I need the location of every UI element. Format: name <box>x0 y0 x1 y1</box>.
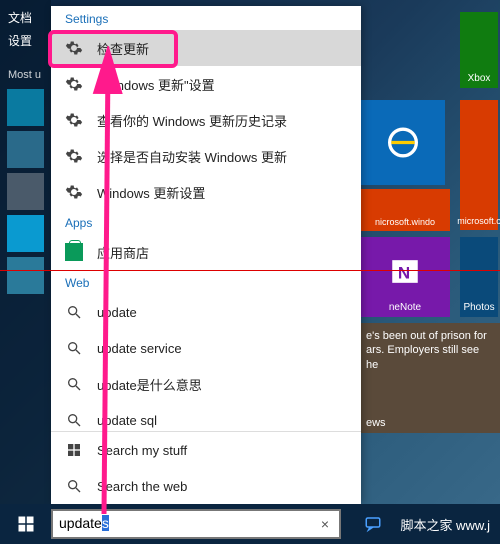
store-icon <box>65 243 83 261</box>
pinned-tile-2[interactable] <box>7 131 44 168</box>
watermark-text: 脚本之家 www.j <box>390 515 500 534</box>
left-label-documents[interactable]: 文档 <box>0 6 51 29</box>
start-left-column: 文档 设置 Most u <box>0 0 51 504</box>
result-label: 检查更新 <box>97 39 149 58</box>
result-label: Windows 更新设置 <box>97 183 205 202</box>
tile-microsoft[interactable]: microsoft.c <box>460 100 498 230</box>
result-web-update-service[interactable]: update service <box>51 330 361 366</box>
tile-xbox[interactable]: Xbox <box>460 12 498 88</box>
tile-mswin-label: nicrosoft.windo <box>375 217 435 227</box>
tile-news-tag: ews <box>366 417 386 429</box>
taskbar: × updates 脚本之家 www.j <box>0 504 500 544</box>
search-input[interactable] <box>59 516 317 532</box>
pinned-tile-1[interactable] <box>7 89 44 126</box>
search-icon <box>65 303 83 321</box>
result-label: 选择是否自动安装 Windows 更新 <box>97 147 287 166</box>
gear-icon <box>65 147 83 165</box>
section-header-web: Web <box>51 270 361 294</box>
left-label-settings[interactable]: 设置 <box>0 29 51 52</box>
feedback-button[interactable] <box>356 504 390 544</box>
result-label: 查看你的 Windows 更新历史记录 <box>97 111 287 130</box>
svg-text:N: N <box>398 264 410 283</box>
search-my-stuff-label: Search my stuff <box>97 443 187 458</box>
start-tiles-area: Xbox nicrosoft.windo microsoft.c N neNot… <box>360 0 500 504</box>
result-check-updates[interactable]: 检查更新 <box>51 30 361 66</box>
gear-icon <box>65 111 83 129</box>
tile-news-headline: e's been out of prison for ars. Employer… <box>366 329 494 372</box>
result-auto-install[interactable]: 选择是否自动安装 Windows 更新 <box>51 138 361 174</box>
result-label: update <box>97 305 137 320</box>
result-windows-update-settings[interactable]: "Windows 更新"设置 <box>51 66 361 102</box>
taskbar-search-box[interactable]: × updates <box>51 509 341 539</box>
search-icon <box>65 339 83 357</box>
tile-photos-label: Photos <box>463 302 494 313</box>
windows-logo-icon <box>17 515 35 533</box>
tile-microsoft-label: microsoft.c <box>457 216 500 226</box>
section-header-settings: Settings <box>51 6 361 30</box>
tile-xbox-label: Xbox <box>468 73 491 84</box>
search-icon <box>65 375 83 393</box>
result-label: 应用商店 <box>97 243 149 262</box>
tile-news[interactable]: e's been out of prison for ars. Employer… <box>360 323 500 433</box>
windows-icon <box>65 441 83 459</box>
feedback-icon <box>364 515 382 533</box>
section-header-apps: Apps <box>51 210 361 234</box>
tile-onenote[interactable]: N neNote <box>360 237 450 317</box>
onenote-icon: N <box>388 241 422 302</box>
left-label-mostused: Most u <box>0 66 51 84</box>
start-button[interactable] <box>0 504 51 544</box>
result-store[interactable]: 应用商店 <box>51 234 361 270</box>
pinned-tile-4[interactable] <box>7 215 44 252</box>
result-label: "Windows 更新"设置 <box>97 75 215 94</box>
search-the-web-label: Search the web <box>97 479 187 494</box>
ie-icon <box>383 104 423 181</box>
gear-icon <box>65 39 83 57</box>
clear-search-button[interactable]: × <box>317 516 333 532</box>
gear-icon <box>65 75 83 93</box>
tile-photos[interactable]: Photos <box>460 237 498 317</box>
pinned-tile-3[interactable] <box>7 173 44 210</box>
tile-ie[interactable] <box>360 100 445 185</box>
result-label: update service <box>97 341 182 356</box>
search-icon <box>65 477 83 495</box>
pinned-tile-5[interactable] <box>7 257 44 294</box>
search-icon <box>65 411 83 429</box>
search-the-web[interactable]: Search the web <box>51 468 361 504</box>
result-label: update sql <box>97 413 157 428</box>
search-my-stuff[interactable]: Search my stuff <box>51 432 361 468</box>
result-label: update是什么意思 <box>97 375 202 394</box>
result-web-update[interactable]: update <box>51 294 361 330</box>
gear-icon <box>65 183 83 201</box>
result-web-update-sql[interactable]: update sql <box>51 402 361 431</box>
result-web-update-meaning[interactable]: update是什么意思 <box>51 366 361 402</box>
search-results-panel: Settings 检查更新 "Windows 更新"设置 查看你的 Window… <box>51 6 361 504</box>
tile-onenote-label: neNote <box>389 302 421 313</box>
result-update-history[interactable]: 查看你的 Windows 更新历史记录 <box>51 102 361 138</box>
tile-microsoft-windows[interactable]: nicrosoft.windo <box>360 189 450 231</box>
result-update-settings2[interactable]: Windows 更新设置 <box>51 174 361 210</box>
